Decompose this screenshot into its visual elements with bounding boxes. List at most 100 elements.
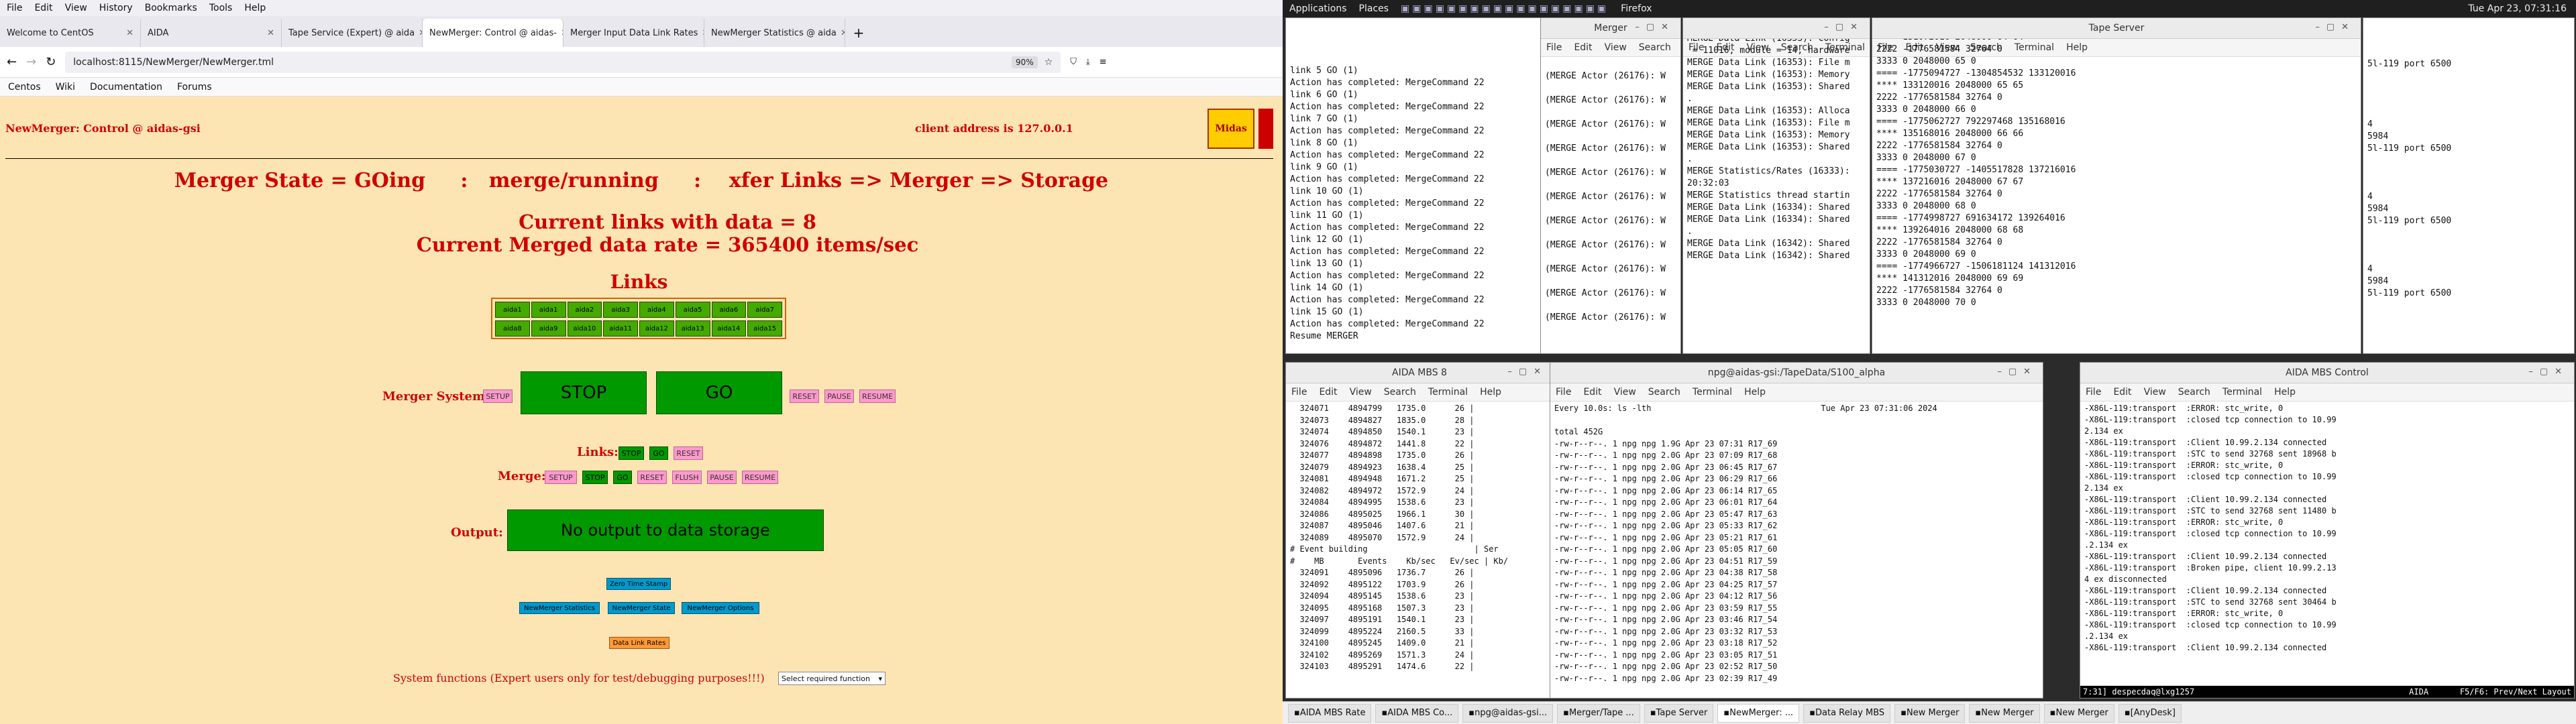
links-reset-button[interactable]: RESET (674, 446, 703, 460)
merge-go-button[interactable]: GO (613, 471, 632, 484)
mbs8-window[interactable]: AIDA MBS 8 –▢✕ File Edit View Search Terminal… (1285, 362, 1554, 699)
taskbar-item[interactable]: ▪ Data Relay MBS (1803, 703, 1891, 723)
menu-terminal[interactable]: Terminal (1428, 387, 1468, 398)
bookmark-forums[interactable]: Forums (177, 82, 212, 93)
link-button-r2-3[interactable]: aida11 (603, 320, 638, 337)
port-terminal[interactable]: 5l-119 port 6500 4 5984 5l-119 port 6500… (2363, 17, 2575, 354)
tab-newmerger-control[interactable]: NewMerger: Control @ aidas-✕ (423, 19, 564, 47)
taskbar-item[interactable]: ▪ npg@aidas-gsi... (1462, 703, 1554, 723)
window-controls-icon[interactable]: –▢✕ (1507, 367, 1548, 377)
menu-edit[interactable]: Edit (1319, 387, 1337, 398)
merge-reset-button[interactable]: RESET (637, 471, 667, 484)
menu-help[interactable]: Help (1480, 387, 1501, 398)
menu-search[interactable]: Search (2178, 387, 2210, 398)
close-icon[interactable]: ✕ (122, 28, 133, 38)
menu-view[interactable]: View (2144, 387, 2166, 398)
menu-terminal[interactable]: Terminal (2222, 387, 2262, 398)
window-controls-icon[interactable]: –▢✕ (1997, 367, 2037, 377)
applications-menu[interactable]: Applications (1289, 3, 1347, 14)
merge-pause-button[interactable]: PAUSE (707, 471, 737, 484)
menu-edit[interactable]: Edit (1583, 387, 1601, 398)
close-icon[interactable]: ✕ (263, 28, 274, 38)
mbs-control-window[interactable]: AIDA MBS Control –▢✕ File Edit View Search Te… (2080, 362, 2575, 699)
close-icon[interactable]: ✕ (557, 28, 563, 38)
close-icon[interactable]: ✕ (837, 28, 845, 38)
link-button-r2-2[interactable]: aida10 (567, 320, 602, 337)
merger-terminal[interactable]: link 5 GO (1) Action has completed: Merg… (1285, 17, 1578, 354)
menu-edit[interactable]: Edit (2113, 387, 2131, 398)
tab-aida[interactable]: AIDA ✕ (141, 19, 282, 47)
taskbar-item[interactable]: ▪ New Merger (2043, 703, 2114, 723)
bookmark-wiki[interactable]: Wiki (56, 82, 75, 93)
clock[interactable]: Tue Apr 23, 07:31:16 (2468, 3, 2567, 14)
link-button-r1-2[interactable]: aida2 (567, 302, 602, 318)
link-button-r2-7[interactable]: aida15 (747, 320, 782, 337)
menu-help[interactable]: Help (244, 3, 266, 13)
links-stop-button[interactable]: STOP (619, 446, 644, 460)
tab-merger-input-rates[interactable]: Merger Input Data Link Rates✕ (564, 19, 704, 47)
links-go-button[interactable]: GO (649, 446, 668, 460)
tape-server-window[interactable]: Tape Server –▢✕ File Edit View Search Termina… (1872, 17, 2361, 354)
bookmark-documentation[interactable]: Documentation (90, 82, 162, 93)
link-button-r2-1[interactable]: aida9 (531, 320, 566, 337)
menu-bookmarks[interactable]: Bookmarks (145, 3, 197, 13)
stop-button[interactable]: STOP (521, 371, 647, 414)
menu-help[interactable]: Help (1744, 387, 1766, 398)
tab-newmerger-statistics[interactable]: NewMerger Statistics @ aida✕ (704, 19, 845, 47)
taskbar-item[interactable]: ▪ NewMerger: ... (1717, 703, 1800, 723)
menu-view[interactable]: View (1605, 42, 1627, 53)
menu-edit[interactable]: Edit (1574, 42, 1592, 53)
pause-button[interactable]: PAUSE (824, 389, 854, 403)
menu-edit[interactable]: Edit (34, 3, 52, 13)
reset-button[interactable]: RESET (790, 389, 819, 403)
menu-file[interactable]: File (1291, 387, 1307, 398)
window-controls-icon[interactable]: –▢✕ (2315, 22, 2355, 32)
hamburger-menu-icon[interactable]: ≡ (1099, 57, 1107, 67)
menu-file[interactable]: File (1556, 387, 1571, 398)
link-button-r2-4[interactable]: aida12 (639, 320, 674, 337)
data-link-terminal[interactable]: –▢✕ FileEditViewSearchTerminalHelp Creat… (1682, 17, 1870, 354)
go-button[interactable]: GO (656, 371, 782, 414)
bookmark-centos[interactable]: Centos (8, 82, 41, 93)
taskbar-item[interactable]: ▪ New Merger (1894, 703, 1966, 723)
link-button-r2-6[interactable]: aida14 (711, 320, 747, 337)
zero-time-stamp-button[interactable]: Zero Time Stamp (606, 578, 671, 590)
taskbar-item[interactable]: ▪ Tape Server (1644, 703, 1714, 723)
taskbar-item[interactable]: ▪ AIDA MBS Co... (1375, 703, 1459, 723)
resume-button[interactable]: RESUME (859, 389, 896, 403)
data-link-rates-button[interactable]: Data Link Rates (609, 637, 669, 649)
merge-flush-button[interactable]: FLUSH (672, 471, 702, 484)
reload-icon[interactable]: ↻ (46, 55, 56, 69)
menu-history[interactable]: History (99, 3, 133, 13)
tab-tape-service[interactable]: Tape Service (Expert) @ aida✕ (282, 19, 423, 47)
new-tab-icon[interactable]: + (845, 19, 872, 47)
menu-view[interactable]: View (1350, 387, 1372, 398)
link-button-r1-1[interactable]: aida1 (531, 302, 566, 318)
close-icon[interactable]: ✕ (415, 28, 422, 38)
menu-terminal[interactable]: Terminal (1693, 387, 1732, 398)
merger-window[interactable]: Merger–▢✕ FileEditViewSearchTerminalHelp… (1540, 17, 1681, 354)
forward-icon[interactable]: → (26, 55, 36, 69)
link-button-r1-3[interactable]: aida3 (603, 302, 638, 318)
menu-view[interactable]: View (65, 3, 87, 13)
back-icon[interactable]: ← (7, 55, 17, 69)
options-button[interactable]: NewMerger Options (682, 602, 759, 614)
link-button-r2-0[interactable]: aida8 (495, 320, 530, 337)
menu-file[interactable]: File (7, 3, 22, 13)
merge-resume-button[interactable]: RESUME (742, 471, 778, 484)
merge-setup-button[interactable]: SETUP (545, 471, 577, 484)
menu-search[interactable]: Search (1648, 387, 1680, 398)
launcher-icons[interactable]: ▣▣▣▣▣▣▣▣▣▣▣▣▣▣▣▣▣▣ (1401, 3, 1609, 14)
menu-help[interactable]: Help (2066, 42, 2088, 53)
link-button-r1-4[interactable]: aida4 (639, 302, 674, 318)
pocket-icon[interactable]: ⛉ (1070, 57, 1077, 67)
bookmark-star-icon[interactable]: ☆ (1044, 57, 1053, 68)
state-button[interactable]: NewMerger State (608, 602, 675, 614)
taskbar-item[interactable]: ▪ New Merger (1969, 703, 2040, 723)
places-menu[interactable]: Places (1359, 3, 1389, 14)
menu-search[interactable]: Search (1384, 387, 1416, 398)
link-button-r2-5[interactable]: aida13 (675, 320, 710, 337)
tab-welcome-centos[interactable]: Welcome to CentOS ✕ (0, 19, 141, 47)
merge-stop-button[interactable]: STOP (582, 471, 608, 484)
window-controls-icon[interactable]: –▢✕ (1635, 22, 1675, 32)
